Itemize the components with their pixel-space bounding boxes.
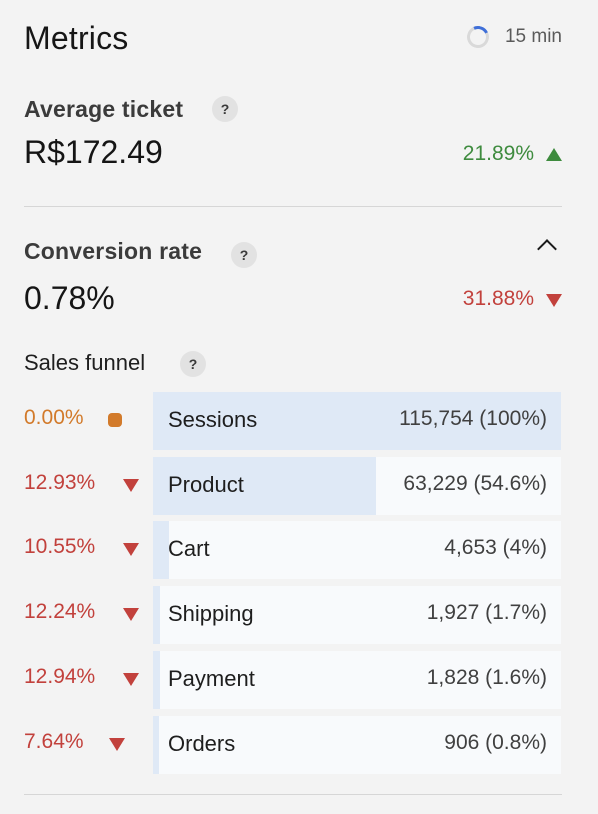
average-ticket-help-icon[interactable]: ?: [212, 96, 238, 122]
sales-funnel-help-icon[interactable]: ?: [180, 351, 206, 377]
funnel-bar[interactable]: Cart 4,653 (4%): [153, 521, 561, 579]
section-divider: [24, 794, 562, 795]
funnel-bar-fill: [153, 651, 160, 709]
funnel-change: 12.93%: [24, 471, 96, 494]
metrics-panel: Metrics 15 min Average ticket ? R$172.49…: [0, 0, 598, 814]
trend-down-icon: [109, 738, 125, 751]
funnel-change: 12.94%: [24, 665, 96, 688]
funnel-stage-name: Orders: [168, 731, 236, 756]
refresh-spinner-icon: [463, 22, 493, 52]
funnel-stage-name: Product: [168, 472, 244, 497]
trend-down-icon: [123, 673, 139, 686]
funnel-row-sessions: 0.00% Sessions 115,754 (100%): [24, 392, 562, 450]
funnel-row-product: 12.93% Product 63,229 (54.6%): [24, 457, 562, 515]
funnel-stage-name: Cart: [168, 536, 210, 561]
funnel-bar[interactable]: Product 63,229 (54.6%): [153, 457, 561, 515]
funnel-row-orders: 7.64% Orders 906 (0.8%): [24, 716, 562, 774]
funnel-change: 0.00%: [24, 406, 84, 429]
funnel-stage-count: 1,927 (1.7%): [426, 601, 547, 624]
funnel-bar[interactable]: Payment 1,828 (1.6%): [153, 651, 561, 709]
funnel-bar[interactable]: Orders 906 (0.8%): [153, 716, 561, 774]
conversion-rate-label: Conversion rate: [24, 238, 203, 264]
funnel-bar-fill: [153, 521, 169, 579]
trend-down-icon: [123, 479, 139, 492]
refresh-indicator[interactable]: 15 min: [463, 22, 562, 52]
funnel-stage-count: 4,653 (4%): [444, 536, 547, 559]
funnel-stage-count: 115,754 (100%): [399, 407, 547, 430]
sales-funnel-title: Sales funnel: [24, 350, 146, 375]
funnel-stage-name: Sessions: [168, 407, 258, 432]
trend-down-icon: [123, 608, 139, 621]
trend-down-icon: [123, 543, 139, 556]
average-ticket-label: Average ticket: [24, 96, 184, 122]
conversion-rate-value: 0.78%: [24, 280, 115, 316]
funnel-bar[interactable]: Shipping 1,927 (1.7%): [153, 586, 561, 644]
funnel-bar-fill: [153, 716, 159, 774]
trend-down-icon: [546, 294, 562, 307]
funnel-row-shipping: 12.24% Shipping 1,927 (1.7%): [24, 586, 562, 644]
collapse-chevron-icon[interactable]: [537, 239, 557, 259]
funnel-change: 12.24%: [24, 600, 96, 623]
conversion-rate-help-icon[interactable]: ?: [231, 242, 257, 268]
average-ticket-metric: Average ticket ? R$172.49 21.89%: [24, 94, 562, 178]
trend-up-icon: [546, 148, 562, 161]
funnel-bar[interactable]: Sessions 115,754 (100%): [153, 392, 561, 450]
funnel-stage-count: 1,828 (1.6%): [426, 666, 547, 689]
refresh-interval-label: 15 min: [504, 26, 562, 47]
funnel-change: 10.55%: [24, 535, 96, 558]
neutral-dot-icon: [108, 413, 122, 427]
section-divider: [24, 206, 562, 207]
funnel-bar-fill: [153, 586, 160, 644]
funnel-change: 7.64%: [24, 730, 84, 753]
average-ticket-value: R$172.49: [24, 134, 163, 170]
conversion-rate-metric: Conversion rate ? 0.78% 31.88%: [24, 236, 562, 320]
conversion-rate-change: 31.88%: [462, 287, 534, 310]
funnel-row-cart: 10.55% Cart 4,653 (4%): [24, 521, 562, 579]
funnel-stage-count: 63,229 (54.6%): [403, 472, 547, 495]
panel-title: Metrics: [24, 20, 129, 56]
panel-header: Metrics 15 min: [24, 20, 562, 60]
average-ticket-change: 21.89%: [462, 142, 534, 165]
funnel-stage-name: Payment: [168, 666, 255, 691]
funnel-row-payment: 12.94% Payment 1,828 (1.6%): [24, 651, 562, 709]
funnel-stage-name: Shipping: [168, 601, 254, 626]
funnel-stage-count: 906 (0.8%): [444, 731, 547, 754]
